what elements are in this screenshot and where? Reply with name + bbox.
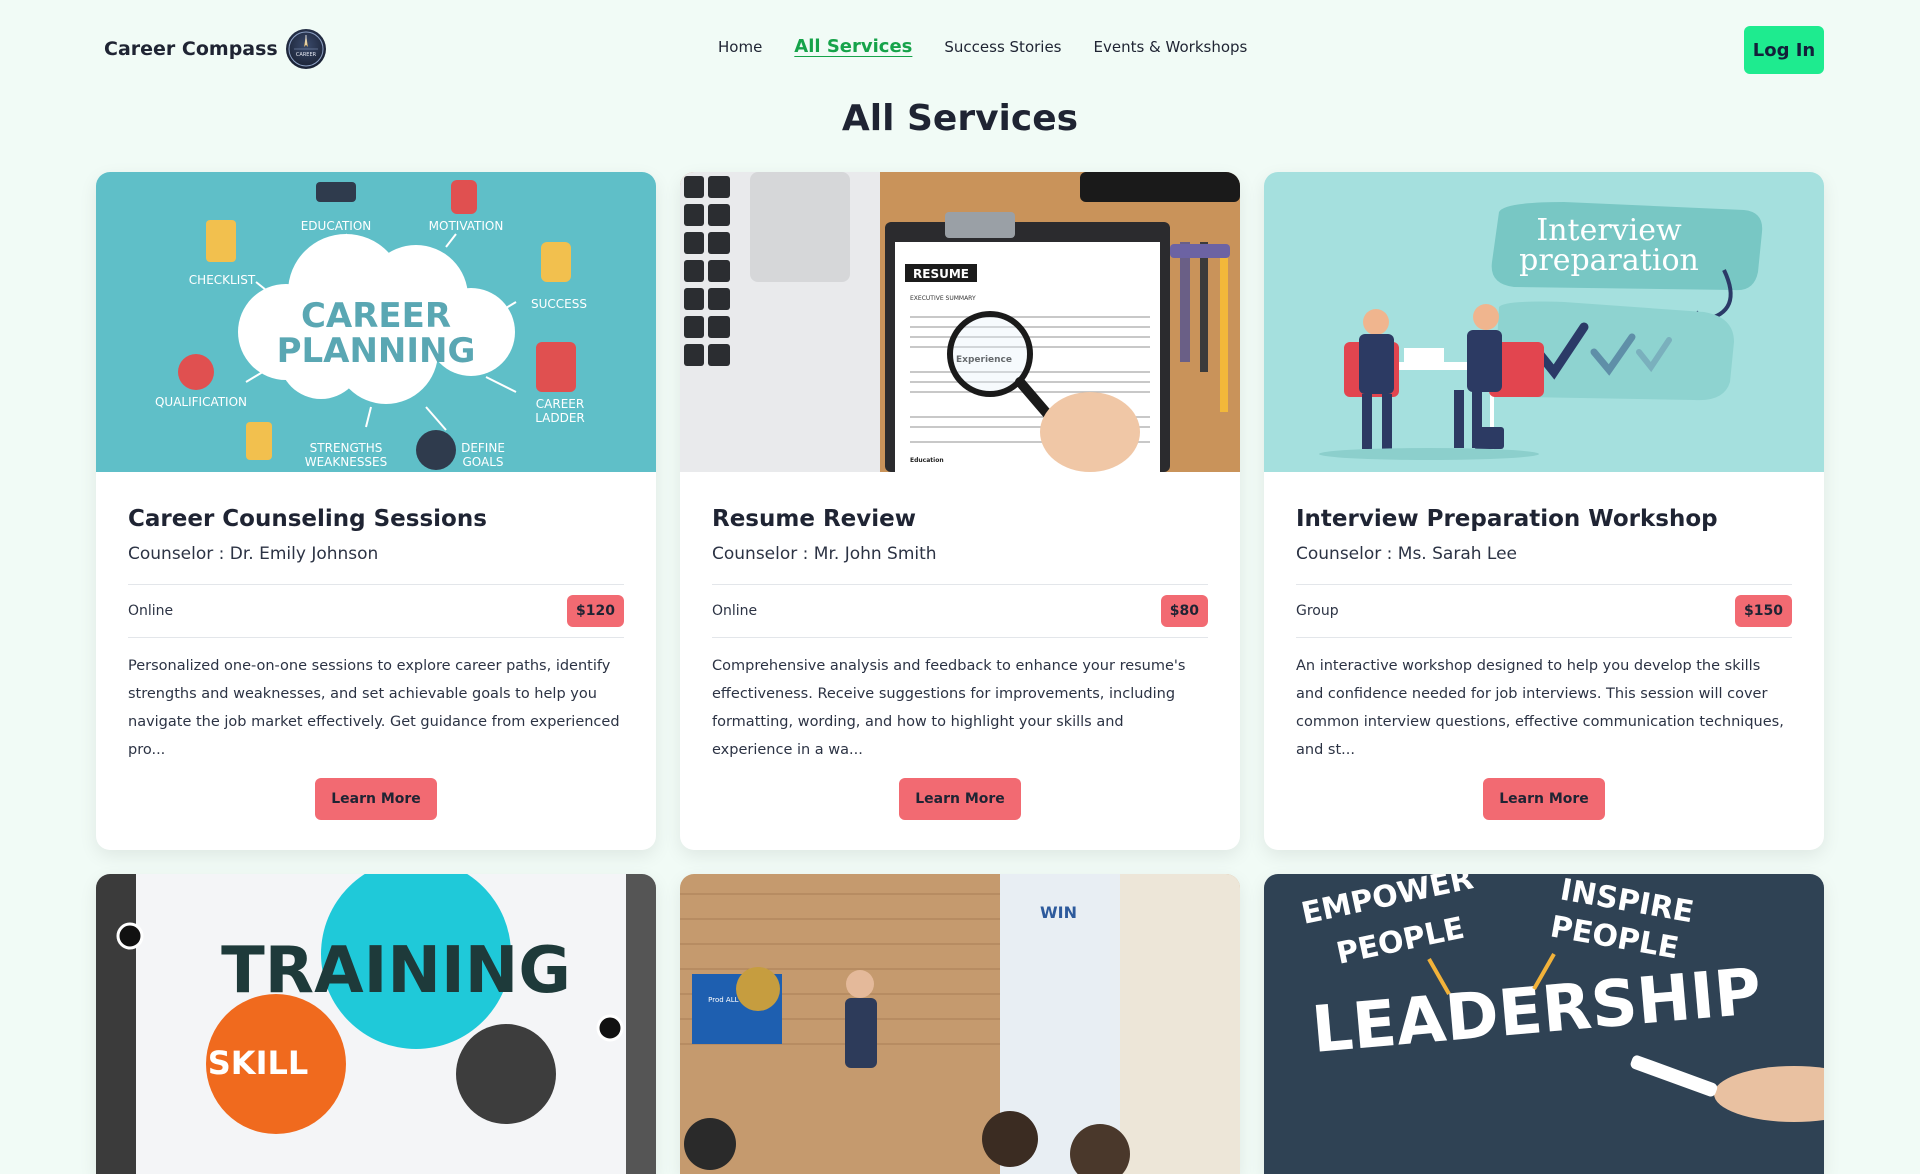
interview-preparation-image: Interview preparation <box>1264 172 1824 472</box>
nav-link-all-services[interactable]: All Services <box>794 36 912 57</box>
svg-text:PLANNING: PLANNING <box>277 331 476 371</box>
svg-text:DEFINE: DEFINE <box>461 441 505 455</box>
learn-more-button[interactable]: Learn More <box>1483 778 1605 820</box>
svg-text:CAREER: CAREER <box>536 397 584 411</box>
nav-link-events-workshops[interactable]: Events & Workshops <box>1094 38 1248 56</box>
nav-link-home[interactable]: Home <box>718 38 762 56</box>
service-card-career-counseling: CAREER PLANNING EDUCATION MOTIVATION CHE… <box>96 172 656 850</box>
card-title: Interview Preparation Workshop <box>1296 506 1718 532</box>
svg-text:LADDER: LADDER <box>535 411 585 425</box>
price-badge: $150 <box>1735 595 1792 627</box>
leadership-chalkboard-image: EMPOWER PEOPLE INSPIRE PEOPLE LEADERSHIP <box>1264 874 1824 1174</box>
service-card-leadership: EMPOWER PEOPLE INSPIRE PEOPLE LEADERSHIP <box>1264 874 1824 1174</box>
training-skill-image: TRAINING SKILL <box>96 874 656 1174</box>
session-mode: Online <box>712 603 758 619</box>
service-card-training: TRAINING SKILL <box>96 874 656 1174</box>
brand[interactable]: Career Compass CAREER <box>104 28 326 70</box>
card-title: Resume Review <box>712 506 916 532</box>
svg-text:MOTIVATION: MOTIVATION <box>429 219 504 233</box>
learn-more-button[interactable]: Learn More <box>315 778 437 820</box>
price-badge: $80 <box>1160 595 1208 627</box>
team-meeting-image: WIN Prod ALL HANDS <box>680 874 1240 1174</box>
svg-text:CAREER: CAREER <box>296 52 317 58</box>
svg-text:SKILL: SKILL <box>208 1044 309 1082</box>
brand-name: Career Compass <box>104 38 278 60</box>
service-card-team-meeting: WIN Prod ALL HANDS <box>680 874 1240 1174</box>
card-description: Personalized one-on-one sessions to expl… <box>128 658 620 758</box>
career-planning-image: CAREER PLANNING EDUCATION MOTIVATION CHE… <box>96 172 656 472</box>
card-counselor: Counselor : Mr. John Smith <box>712 544 937 564</box>
svg-text:CAREER: CAREER <box>301 296 451 336</box>
card-title: Career Counseling Sessions <box>128 506 487 532</box>
nav-link-success-stories[interactable]: Success Stories <box>944 38 1061 56</box>
resume-review-image: RESUME EXECUTIVE SUMMARY Experience Educ… <box>680 172 1240 472</box>
svg-text:EDUCATION: EDUCATION <box>301 219 372 233</box>
card-description: An interactive workshop designed to help… <box>1296 658 1784 758</box>
svg-text:preparation: preparation <box>1519 243 1699 278</box>
svg-text:WEAKNESSES: WEAKNESSES <box>305 455 388 469</box>
card-meta: Online $120 <box>128 584 624 638</box>
compass-logo-icon: CAREER <box>285 29 326 69</box>
session-mode: Group <box>1296 603 1339 619</box>
card-meta: Online $80 <box>712 584 1208 638</box>
top-navbar: Career Compass CAREER Home All Services … <box>0 0 1920 98</box>
svg-text:Education: Education <box>910 457 944 464</box>
svg-text:STRENGTHS: STRENGTHS <box>310 441 383 455</box>
price-badge: $120 <box>567 595 624 627</box>
card-counselor: Counselor : Ms. Sarah Lee <box>1296 544 1517 564</box>
service-card-interview-prep: Interview preparation Interview Preparat… <box>1264 172 1824 850</box>
learn-more-button[interactable]: Learn More <box>899 778 1021 820</box>
svg-text:RESUME: RESUME <box>913 267 969 281</box>
card-meta: Group $150 <box>1296 584 1792 638</box>
service-card-resume-review: RESUME EXECUTIVE SUMMARY Experience Educ… <box>680 172 1240 850</box>
session-mode: Online <box>128 603 174 619</box>
svg-text:QUALIFICATION: QUALIFICATION <box>155 395 247 409</box>
nav-links: Home All Services Success Stories Events… <box>718 36 1247 57</box>
card-counselor: Counselor : Dr. Emily Johnson <box>128 544 379 564</box>
svg-text:TRAINING: TRAINING <box>221 934 571 1008</box>
svg-text:SUCCESS: SUCCESS <box>531 297 587 311</box>
svg-text:CHECKLIST: CHECKLIST <box>189 273 256 287</box>
login-button[interactable]: Log In <box>1744 26 1824 74</box>
svg-text:EXECUTIVE SUMMARY: EXECUTIVE SUMMARY <box>910 295 976 302</box>
svg-text:GOALS: GOALS <box>462 455 503 469</box>
svg-text:WIN: WIN <box>1040 903 1077 922</box>
card-description: Comprehensive analysis and feedback to e… <box>712 658 1186 758</box>
page-title: All Services <box>841 98 1079 139</box>
